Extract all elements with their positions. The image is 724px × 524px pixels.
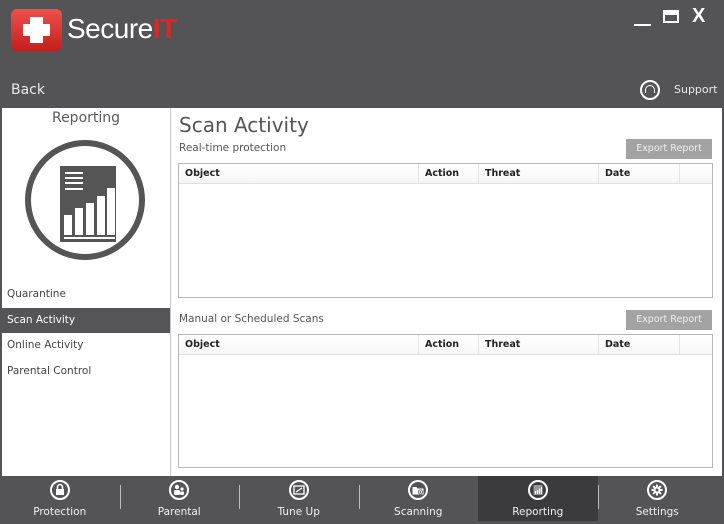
column-date[interactable]: Date bbox=[599, 164, 680, 183]
column-filler bbox=[680, 164, 712, 183]
tab-tune-up[interactable]: Tune Up bbox=[239, 476, 360, 521]
folder-search-icon bbox=[408, 480, 429, 500]
close-button[interactable]: X bbox=[692, 5, 705, 28]
table-header: Object Action Threat Date bbox=[179, 335, 712, 355]
tab-protection[interactable]: Protection bbox=[0, 476, 121, 521]
monitor-icon bbox=[288, 480, 309, 500]
table-header: Object Action Threat Date bbox=[179, 164, 712, 184]
sidebar: Reporting Quarantine Scan Activity Onlin… bbox=[2, 108, 171, 476]
tab-scanning[interactable]: Scanning bbox=[359, 476, 479, 521]
column-filler bbox=[680, 335, 712, 354]
gear-icon bbox=[647, 480, 668, 500]
maximize-button[interactable] bbox=[663, 10, 679, 23]
headset-icon[interactable] bbox=[640, 80, 660, 100]
column-action[interactable]: Action bbox=[419, 335, 479, 354]
export-report-button[interactable]: Export Report bbox=[626, 310, 712, 330]
column-threat[interactable]: Threat bbox=[479, 164, 599, 183]
sidebar-nav: Quarantine Scan Activity Online Activity… bbox=[2, 282, 170, 384]
users-icon bbox=[169, 480, 190, 500]
page-title: Scan Activity bbox=[179, 113, 309, 137]
sidebar-item-quarantine[interactable]: Quarantine bbox=[2, 282, 170, 308]
column-threat[interactable]: Threat bbox=[479, 335, 599, 354]
realtime-section-label: Real-time protection bbox=[179, 142, 287, 154]
sidebar-item-scan-activity[interactable]: Scan Activity bbox=[2, 307, 170, 333]
bottom-nav: Protection Parental Tune Up Scanning Rep… bbox=[0, 476, 724, 524]
column-object[interactable]: Object bbox=[179, 335, 419, 354]
report-chart-icon bbox=[25, 140, 145, 260]
report-icon bbox=[527, 480, 548, 500]
scheduled-scans-table[interactable]: Object Action Threat Date bbox=[178, 334, 713, 468]
realtime-table[interactable]: Object Action Threat Date bbox=[178, 163, 713, 298]
support-link[interactable]: Support bbox=[674, 83, 717, 96]
column-action[interactable]: Action bbox=[419, 164, 479, 183]
column-date[interactable]: Date bbox=[599, 335, 680, 354]
sidebar-item-online-activity[interactable]: Online Activity bbox=[2, 333, 170, 359]
sidebar-title: Reporting bbox=[51, 110, 121, 126]
scheduled-section-label: Manual or Scheduled Scans bbox=[179, 313, 324, 325]
tab-settings[interactable]: Settings bbox=[598, 476, 718, 521]
logo-icon bbox=[11, 9, 62, 51]
minimize-button[interactable] bbox=[634, 12, 651, 26]
lock-icon bbox=[49, 480, 70, 500]
main-panel: Scan Activity Real-time protection Expor… bbox=[171, 108, 722, 476]
export-report-button[interactable]: Export Report bbox=[626, 139, 712, 159]
tab-reporting[interactable]: Reporting bbox=[478, 476, 599, 521]
tab-parental[interactable]: Parental bbox=[120, 476, 240, 521]
sidebar-item-parental-control[interactable]: Parental Control bbox=[2, 359, 170, 385]
title-bar: SecureIT X Back Support bbox=[0, 0, 724, 107]
column-object[interactable]: Object bbox=[179, 164, 419, 183]
app-logo-text: SecureIT bbox=[67, 13, 177, 44]
back-button[interactable]: Back bbox=[11, 82, 45, 98]
